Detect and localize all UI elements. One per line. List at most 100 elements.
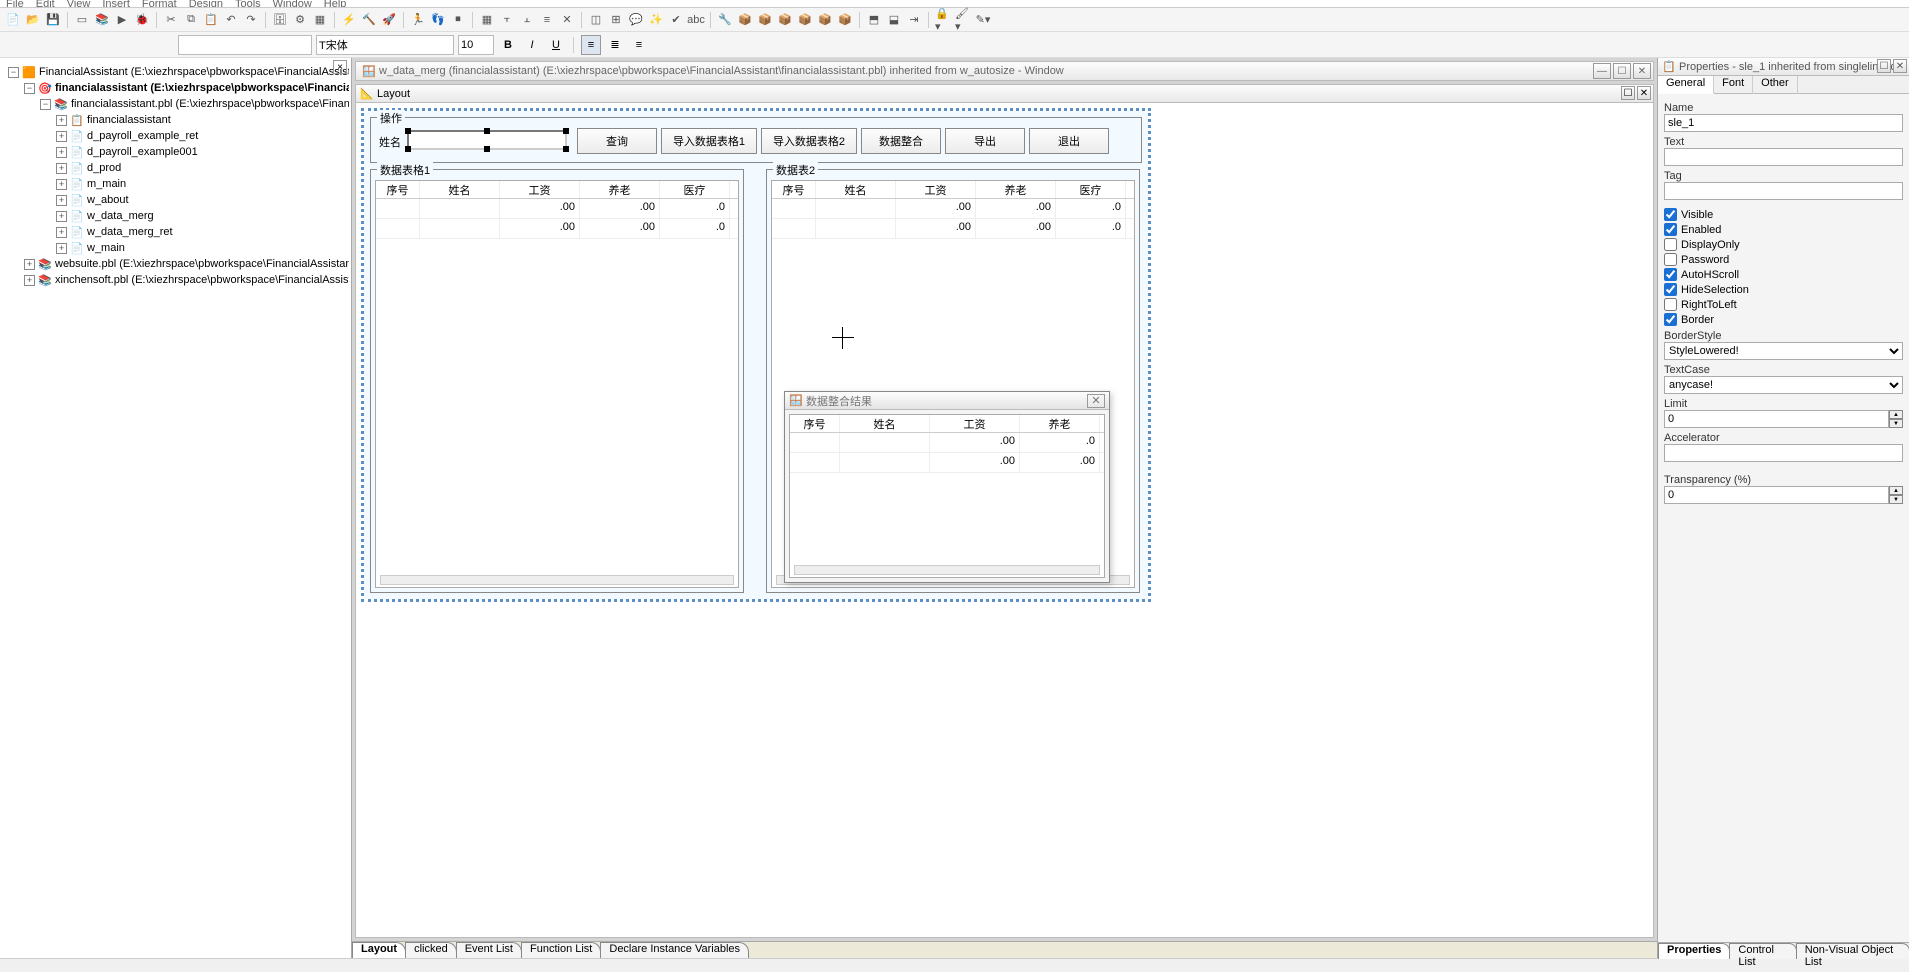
menu-window[interactable]: Window [273,0,312,8]
tree-obj-app[interactable]: + 📋 financialassistant [2,112,349,128]
open-icon[interactable]: 📂 [24,11,42,29]
tab-controllist[interactable]: Control List [1729,943,1796,959]
input-tag[interactable] [1664,182,1903,200]
tab-properties[interactable]: Properties [1658,943,1730,959]
tree-obj-menu[interactable]: + 📄 m_main [2,176,349,192]
undo-icon[interactable]: ↶ [222,11,240,29]
db-icon[interactable]: 🗄 [271,11,289,29]
tab-eventlist[interactable]: Event List [456,942,522,958]
menu-view[interactable]: View [67,0,91,8]
close-icon[interactable]: ✕ [558,11,576,29]
tool-a-icon[interactable]: 🔧 [716,11,734,29]
ext3-icon[interactable]: ⇥ [905,11,923,29]
object-name-select[interactable] [178,35,312,55]
check-password[interactable]: Password [1664,253,1903,266]
result-datawindow[interactable]: 序号 姓名 工资 养老 .00 .0 [789,414,1105,578]
align2-icon[interactable]: ⫠ [518,11,536,29]
expander-icon[interactable]: + [56,211,67,222]
layout2-icon[interactable]: ⊞ [607,11,625,29]
tool-e-icon[interactable]: 📦 [796,11,814,29]
close-icon[interactable]: ✕ [1633,63,1651,79]
menu-insert[interactable]: Insert [102,0,130,8]
bold-icon[interactable]: B [498,35,518,55]
menu-tools[interactable]: Tools [235,0,261,8]
expander-icon[interactable]: + [56,179,67,190]
tab-functionlist[interactable]: Function List [521,942,601,958]
edit2-icon[interactable]: ✎▾ [974,11,992,29]
expander-icon[interactable]: + [24,275,35,286]
tab-nonvisual[interactable]: Non-Visual Object List [1796,943,1909,959]
group-operation[interactable]: 操作 姓名 查询 导入数据表格1 导入数据表格2 [370,117,1142,163]
minimize-icon[interactable]: — [1593,63,1611,79]
tree-pbl[interactable]: − 📚 financialassistant.pbl (E:\xiezhrspa… [2,96,349,112]
maximize-icon[interactable]: ☐ [1613,63,1631,79]
dw2-row[interactable]: .00 .00 .0 [772,219,1134,239]
datawindow-1[interactable]: 序号 姓名 工资 养老 医疗 .00 .00 . [375,180,739,588]
tree-sibling-1[interactable]: + 📚 websuite.pbl (E:\xiezhrspace\pbworks… [2,256,349,272]
tree-obj-wdatamergret[interactable]: + 📄 w_data_merg_ret [2,224,349,240]
result-titlebar[interactable]: 🪟 数据整合结果 ✕ [785,392,1109,410]
expander-icon[interactable]: − [24,83,35,94]
save-icon[interactable]: 💾 [44,11,62,29]
check-autohscroll[interactable]: AutoHScroll [1664,268,1903,281]
button-export[interactable]: 导出 [945,128,1025,154]
expander-icon[interactable]: + [56,195,67,206]
resize-handle[interactable] [484,146,490,152]
tab-layout[interactable]: Layout [352,942,406,958]
h-scrollbar[interactable] [380,575,734,585]
spin-down-icon[interactable]: ▼ [1889,419,1903,428]
resize-handle[interactable] [563,146,569,152]
tab-other[interactable]: Other [1753,76,1798,94]
tree-close-icon[interactable]: × [333,60,347,74]
design-surface[interactable]: 操作 姓名 查询 导入数据表格1 导入数据表格2 [356,103,1653,937]
spin-up-icon[interactable]: ▲ [1889,410,1903,419]
cut-icon[interactable]: ✂ [162,11,180,29]
runner-icon[interactable]: 🏃 [409,11,427,29]
tree-workspace[interactable]: − 🟧 FinancialAssistant (E:\xiezhrspace\p… [2,64,349,80]
align-center-icon[interactable]: ≣ [605,35,625,55]
dw2-row[interactable]: .00 .00 .0 [772,199,1134,219]
input-limit[interactable] [1664,410,1889,428]
run-icon[interactable]: ▶ [113,11,131,29]
dw1-row[interactable]: .00 .00 .0 [376,199,738,219]
close-icon[interactable]: ✕ [1087,394,1105,408]
input-sle-1[interactable] [407,130,567,150]
button-import1[interactable]: 导入数据表格1 [661,128,757,154]
check-righttoleft[interactable]: RightToLeft [1664,298,1903,311]
expander-icon[interactable]: − [8,67,19,78]
align-right-icon[interactable]: ≡ [629,35,649,55]
tree-target[interactable]: − 🎯 financialassistant (E:\xiezhrspace\p… [2,80,349,96]
underline-icon[interactable]: U [546,35,566,55]
layout1-icon[interactable]: ◫ [587,11,605,29]
align-left-icon[interactable]: ≡ [581,35,601,55]
spin-limit[interactable]: ▲▼ [1664,410,1903,428]
pin-icon[interactable]: ☐ [1877,59,1891,73]
menu-edit[interactable]: Edit [36,0,55,8]
input-name[interactable] [1664,114,1903,132]
tool-c-icon[interactable]: 📦 [756,11,774,29]
select-icon[interactable]: ▭ [73,11,91,29]
tool-g-icon[interactable]: 📦 [836,11,854,29]
expander-icon[interactable]: + [56,227,67,238]
expander-icon[interactable]: + [24,259,35,270]
ext2-icon[interactable]: ⬓ [885,11,903,29]
menu-file[interactable]: File [6,0,24,8]
tab-clicked[interactable]: clicked [405,942,457,958]
compile-icon[interactable]: ⚡ [340,11,358,29]
wand-icon[interactable]: ✨ [647,11,665,29]
step-icon[interactable]: 👣 [429,11,447,29]
menu-format[interactable]: Format [142,0,177,8]
font-family-select[interactable] [316,35,454,55]
check-border[interactable]: Border [1664,313,1903,326]
spin-down-icon[interactable]: ▼ [1889,495,1903,504]
tree-obj-dw1[interactable]: + 📄 d_payroll_example_ret [2,128,349,144]
ext1-icon[interactable]: ⬒ [865,11,883,29]
tree-obj-dw3[interactable]: + 📄 d_prod [2,160,349,176]
tree-sibling-2[interactable]: + 📚 xinchensoft.pbl (E:\xiezhrspace\pbwo… [2,272,349,288]
new-icon[interactable]: 📄 [4,11,22,29]
button-merge[interactable]: 数据整合 [861,128,941,154]
font-size-select[interactable] [458,35,494,55]
comment-icon[interactable]: 💬 [627,11,645,29]
sql-icon[interactable]: ⚙ [291,11,309,29]
tab-declare[interactable]: Declare Instance Variables [600,942,749,958]
